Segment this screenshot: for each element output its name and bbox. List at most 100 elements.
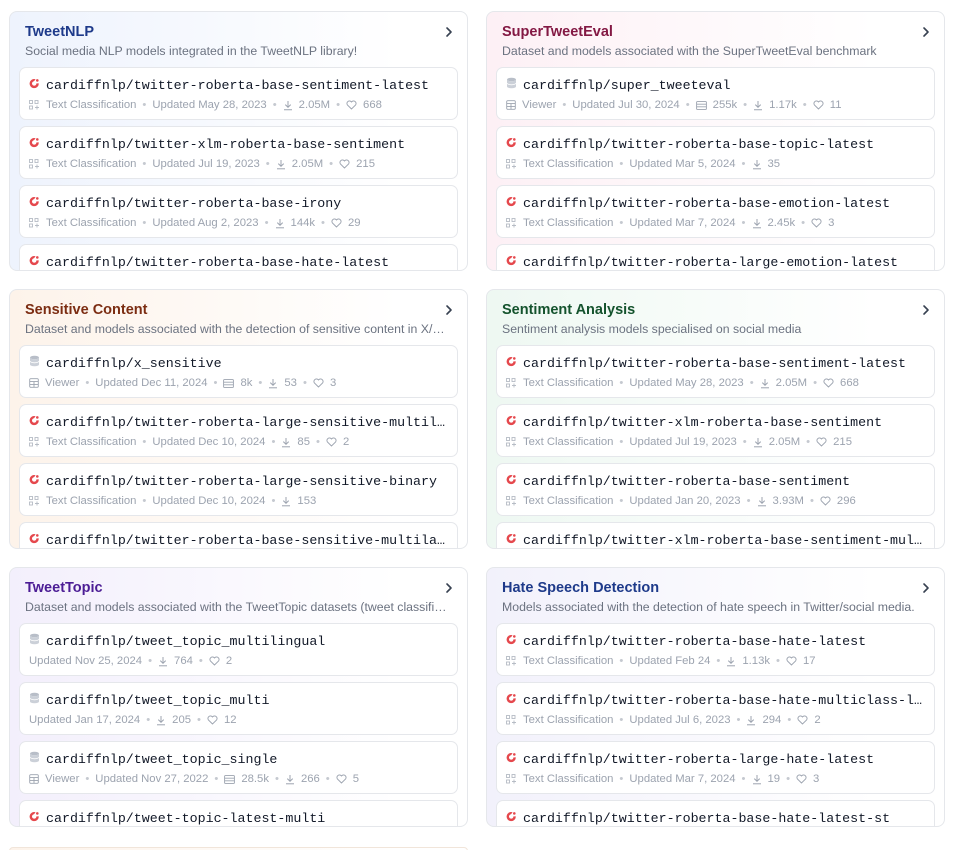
- model-item[interactable]: cardiffnlp/twitter-roberta-large-hate-la…: [496, 741, 935, 794]
- collection-card: Sentiment Analysis Sentiment analysis mod…: [486, 289, 945, 549]
- collection-title[interactable]: TweetNLP: [25, 22, 452, 42]
- chevron-right-icon[interactable]: [919, 579, 933, 597]
- model-item[interactable]: cardiffnlp/twitter-roberta-base-sensitiv…: [19, 522, 458, 548]
- item-title-row: cardiffnlp/twitter-roberta-base-hate-lat…: [29, 253, 448, 270]
- meta-separator: •: [85, 377, 90, 389]
- meta-segment: Updated Jul 19, 2023: [629, 436, 736, 448]
- meta-segment: Updated Dec 10, 2024: [152, 495, 265, 507]
- model-item[interactable]: cardiffnlp/twitter-roberta-base-sentimen…: [496, 463, 935, 516]
- meta-separator: •: [787, 714, 792, 726]
- meta-text: Updated Mar 7, 2024: [629, 773, 736, 785]
- meta-text: Updated Jul 19, 2023: [152, 158, 260, 170]
- model-item[interactable]: cardiffnlp/twitter-roberta-large-sensiti…: [19, 463, 458, 516]
- chevron-right-icon[interactable]: [919, 23, 933, 41]
- meta-text: Updated Mar 7, 2024: [629, 217, 736, 229]
- model-item[interactable]: cardiffnlp/twitter-roberta-base-hate-lat…: [496, 800, 935, 826]
- model-item[interactable]: cardiffnlp/twitter-roberta-base-sentimen…: [496, 345, 935, 398]
- meta-segment: Updated Mar 7, 2024: [629, 217, 735, 229]
- model-item[interactable]: cardiffnlp/twitter-roberta-large-sensiti…: [19, 404, 458, 457]
- item-name: cardiffnlp/twitter-roberta-base-sensitiv…: [46, 532, 446, 548]
- model-item[interactable]: cardiffnlp/twitter-roberta-base-emotion-…: [496, 185, 935, 238]
- heart-icon: [797, 715, 811, 725]
- collection-title[interactable]: Sensitive Content: [25, 300, 452, 320]
- model-item[interactable]: cardiffnlp/twitter-roberta-base-hate-mul…: [496, 682, 935, 735]
- meta-segment: 668: [346, 99, 382, 111]
- model-item[interactable]: cardiffnlp/tweet-topic-latest-multi: [19, 800, 458, 826]
- meta-text: 668: [363, 99, 382, 111]
- model-icon: [29, 809, 40, 826]
- model-item[interactable]: cardiffnlp/twitter-roberta-base-irony Tex…: [19, 185, 458, 238]
- collection-title[interactable]: TweetTopic: [25, 578, 452, 598]
- meta-segment: 19: [752, 773, 780, 785]
- meta-segment: 2: [209, 655, 232, 667]
- meta-separator: •: [148, 655, 153, 667]
- rows-icon: [695, 100, 710, 110]
- meta-text: Text Classification: [46, 217, 137, 229]
- meta-segment: 29: [331, 217, 361, 229]
- meta-text: 8k: [240, 377, 253, 389]
- meta-segment: 28.5k: [224, 773, 269, 785]
- collection-title[interactable]: Hate Speech Detection: [502, 578, 929, 598]
- model-item[interactable]: cardiffnlp/twitter-xlm-roberta-base-sent…: [496, 404, 935, 457]
- model-item[interactable]: cardiffnlp/twitter-roberta-large-emotion…: [496, 244, 935, 270]
- meta-text: 2.45k: [767, 217, 796, 229]
- item-name: cardiffnlp/super_tweeteval: [523, 77, 731, 93]
- chevron-right-icon[interactable]: [919, 301, 933, 319]
- meta-text: Updated Jul 19, 2023: [629, 436, 737, 448]
- collection-title[interactable]: SuperTweetEval: [502, 22, 929, 42]
- meta-text: Text Classification: [46, 99, 137, 111]
- meta-text: Updated Dec 10, 2024: [152, 495, 266, 507]
- item-name: cardiffnlp/twitter-roberta-large-hate-la…: [523, 751, 875, 767]
- meta-separator: •: [142, 436, 147, 448]
- model-item[interactable]: cardiffnlp/twitter-roberta-base-sentimen…: [19, 67, 458, 120]
- model-item[interactable]: cardiffnlp/twitter-roberta-base-hate-lat…: [496, 623, 935, 676]
- meta-segment: Updated Jan 17, 2024: [29, 714, 140, 726]
- meta-text: 2: [225, 655, 233, 667]
- meta-text: Text Classification: [523, 217, 614, 229]
- meta-text: 11: [829, 99, 842, 111]
- meta-text: 255k: [712, 99, 738, 111]
- item-meta: Text Classification • Updated Jan 20, 2023…: [506, 493, 925, 509]
- item-title-row: cardiffnlp/twitter-roberta-base-sentimen…: [506, 354, 925, 372]
- meta-separator: •: [272, 99, 277, 111]
- meta-text: 3.93M: [772, 495, 804, 507]
- model-item[interactable]: cardiffnlp/twitter-xlm-roberta-base-sent…: [19, 126, 458, 179]
- dataset-item[interactable]: cardiffnlp/tweet_topic_multi Updated Jan …: [19, 682, 458, 735]
- meta-separator: •: [741, 217, 746, 229]
- download-icon: [753, 437, 766, 448]
- chevron-right-icon[interactable]: [442, 23, 456, 41]
- meta-text: Text Classification: [46, 436, 137, 448]
- dataset-item[interactable]: cardiffnlp/tweet_topic_multilingual Updat…: [19, 623, 458, 676]
- chevron-right-icon[interactable]: [442, 301, 456, 319]
- meta-text: Updated Dec 11, 2024: [95, 377, 208, 389]
- download-icon: [726, 656, 739, 667]
- collection-title[interactable]: Sentiment Analysis: [502, 300, 929, 320]
- heart-icon: [811, 218, 825, 228]
- meta-separator: •: [214, 773, 219, 785]
- meta-segment: 17: [786, 655, 816, 667]
- dataset-item[interactable]: cardiffnlp/tweet_topic_single Viewer • Upda…: [19, 741, 458, 794]
- collection-description: Dataset and models associated with the T…: [25, 600, 450, 614]
- meta-separator: •: [813, 377, 818, 389]
- dataset-item[interactable]: cardiffnlp/x_sensitive Viewer • Updated Dec…: [19, 345, 458, 398]
- meta-segment: 2.05M: [283, 99, 330, 111]
- meta-separator: •: [264, 217, 269, 229]
- meta-text: 29: [348, 217, 361, 229]
- model-item[interactable]: cardiffnlp/twitter-xlm-roberta-base-sent…: [496, 522, 935, 548]
- chevron-right-icon[interactable]: [442, 579, 456, 597]
- meta-text: Text Classification: [523, 773, 614, 785]
- item-title-row: cardiffnlp/twitter-roberta-base-hate-mul…: [506, 691, 925, 709]
- item-meta: Text Classification • Updated Aug 2, 2023 •…: [29, 215, 448, 231]
- model-item[interactable]: cardiffnlp/twitter-roberta-base-hate-lat…: [19, 244, 458, 270]
- meta-text: 28.5k: [241, 773, 269, 785]
- item-title-row: cardiffnlp/twitter-roberta-base-hate-lat…: [506, 632, 925, 650]
- meta-text: 2.05M: [298, 99, 331, 111]
- model-item[interactable]: cardiffnlp/twitter-roberta-base-topic-la…: [496, 126, 935, 179]
- meta-separator: •: [142, 99, 147, 111]
- meta-text: 2.05M: [775, 377, 808, 389]
- meta-text: 144k: [290, 217, 316, 229]
- dataset-item[interactable]: cardiffnlp/super_tweeteval Viewer • Updated…: [496, 67, 935, 120]
- rows-icon: [224, 774, 238, 784]
- meta-text: Text Classification: [523, 158, 614, 170]
- meta-text: 296: [836, 495, 856, 507]
